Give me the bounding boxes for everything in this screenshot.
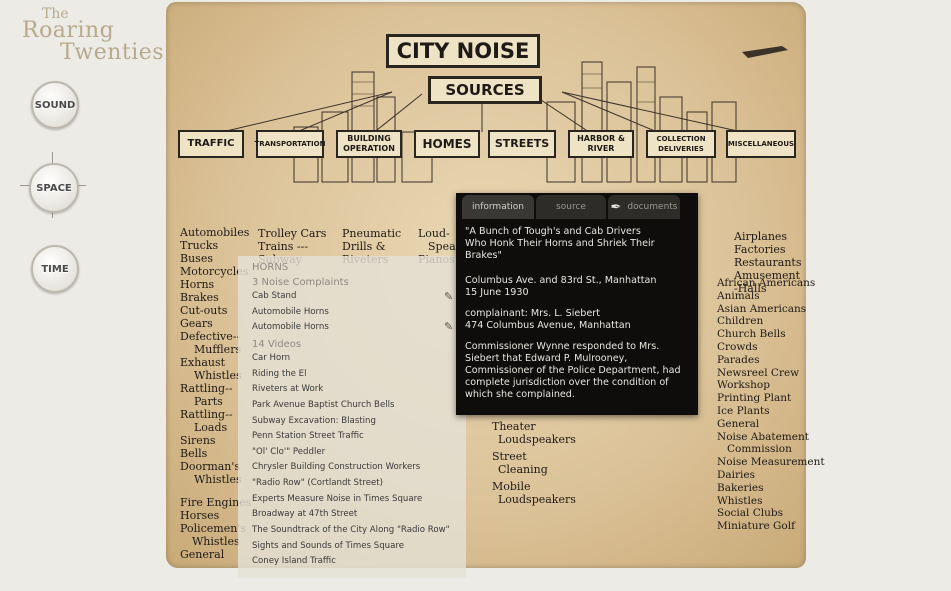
tab-documents-label: documents: [627, 202, 678, 212]
misc-item: Miniature Golf: [717, 520, 795, 533]
pencil-icon: ✎: [444, 320, 454, 333]
location: Columbus Ave. and 83rd St., Manhattan: [465, 275, 657, 286]
category-building-operation[interactable]: BUILDING OPERATION: [336, 130, 402, 158]
response-line: Commissioner Wynne responded to Mrs.: [465, 341, 660, 352]
streets-item: Mobile: [492, 480, 531, 493]
category-homes[interactable]: HOMES: [414, 130, 480, 158]
video-item[interactable]: "Ol' Clo'" Peddler: [252, 447, 325, 457]
time-nav-label: TIME: [41, 263, 69, 275]
tab-information[interactable]: information: [462, 195, 534, 219]
misc-top-item: Restaurants: [734, 256, 802, 269]
response-line: which she complained.: [465, 389, 575, 400]
complainant: complainant: Mrs. L. Siebert: [465, 308, 600, 319]
misc-item: Bakeries: [717, 481, 764, 494]
misc-item: Workshop: [717, 379, 770, 392]
quill-icon: ✒: [610, 199, 622, 215]
video-item[interactable]: Penn Station Street Traffic: [252, 431, 364, 441]
space-nav-label: SPACE: [36, 182, 72, 194]
response-line: Commissioner of the Police Department, h…: [465, 365, 681, 376]
streets-item: Street: [492, 450, 527, 463]
building-item: Pneumatic: [342, 227, 402, 240]
complaints-heading: 3 Noise Complaints: [252, 277, 349, 288]
misc-item: Social Clubs: [717, 507, 783, 520]
streets-item: Loudspeakers: [498, 493, 576, 506]
video-item[interactable]: The Soundtrack of the City Along "Radio …: [252, 525, 450, 535]
video-item[interactable]: Experts Measure Noise in Times Square: [252, 494, 422, 504]
video-item[interactable]: Riding the El: [252, 369, 307, 379]
streets-item: Cleaning: [498, 463, 548, 476]
quote-line: Brakes": [465, 250, 502, 261]
date: 15 June 1930: [465, 287, 529, 298]
address: 474 Columbus Avenue, Manhattan: [465, 320, 631, 331]
response-line: complete jurisdiction over the condition…: [465, 377, 669, 388]
misc-item: Crowds: [717, 340, 758, 353]
misc-item: Parades: [717, 353, 760, 366]
sound-nav-button[interactable]: SOUND: [31, 81, 79, 129]
misc-item: Ice Plants: [717, 404, 770, 417]
misc-item: General: [717, 417, 760, 430]
transport-item: Trolley Cars: [258, 227, 327, 240]
complaint-item[interactable]: Automobile Horns: [252, 322, 329, 332]
video-item[interactable]: Sights and Sounds of Times Square: [252, 541, 404, 551]
misc-item: Noise Abatement: [717, 430, 809, 443]
misc-item: Dairies: [717, 468, 756, 481]
misc-item: Newsreel Crew: [717, 366, 800, 379]
logo-line-3: Twenties: [60, 40, 165, 65]
pencil-icon: ✎: [444, 290, 454, 303]
misc-top-item: Airplanes: [734, 230, 788, 243]
tab-source[interactable]: source: [536, 195, 606, 219]
category-harbor-river[interactable]: HARBOR & RIVER: [568, 130, 634, 158]
video-item[interactable]: Broadway at 47th Street: [252, 509, 357, 519]
category-collection-deliveries[interactable]: COLLECTION DELIVERIES: [646, 130, 716, 158]
complaint-item[interactable]: Automobile Horns: [252, 307, 329, 317]
response-line: Siebert that Edward P. Mulrooney,: [465, 353, 628, 364]
misc-item: Children: [717, 315, 764, 328]
panel-heading: HORNS: [252, 262, 289, 273]
video-item[interactable]: Park Avenue Baptist Church Bells: [252, 400, 395, 410]
misc-item: Whistles: [717, 494, 763, 507]
misc-top-item: Factories: [734, 243, 786, 256]
misc-item: Commission: [727, 443, 792, 456]
horns-dropdown-panel: HORNS 3 Noise Complaints Cab Stand Autom…: [238, 256, 466, 578]
category-miscellaneous[interactable]: MISCELLANEOUS: [726, 130, 796, 158]
category-streets[interactable]: STREETS: [488, 130, 556, 158]
video-item[interactable]: Car Horn: [252, 353, 290, 363]
streets-item: Theater: [492, 420, 536, 433]
streets-item: Loudspeakers: [498, 433, 576, 446]
misc-item: Animals: [717, 289, 760, 302]
sound-nav-label: SOUND: [34, 99, 76, 111]
quote-line: "A Bunch of Tough's and Cab Drivers: [465, 226, 641, 237]
streets-list: Theater Loudspeakers Street Cleaning Mob…: [492, 420, 576, 506]
quote-line: Who Honk Their Horns and Shriek Their: [465, 238, 655, 249]
misc-item: African Americans: [717, 277, 816, 289]
space-nav-button[interactable]: SPACE: [29, 163, 79, 213]
category-transportation[interactable]: TRANSPORTATION: [255, 130, 325, 158]
time-nav-button[interactable]: TIME: [31, 245, 79, 293]
misc-item: Printing Plant: [717, 392, 792, 405]
video-item[interactable]: "Radio Row" (Cortlandt Street): [252, 478, 383, 488]
building-item: Drills &: [342, 240, 386, 253]
misc-item: Asian Americans: [717, 302, 807, 315]
video-item[interactable]: Chrysler Building Construction Workers: [252, 462, 420, 472]
misc-item: Church Bells: [717, 328, 786, 341]
misc-item: Noise Measurement: [717, 456, 825, 469]
traffic-item: Automobiles: [180, 226, 250, 239]
video-item[interactable]: Coney Island Traffic: [252, 556, 336, 566]
videos-heading: 14 Videos: [252, 339, 302, 350]
video-item[interactable]: Subway Excavation: Blasting: [252, 416, 376, 426]
poster-title: CITY NOISE: [386, 34, 540, 68]
complaint-info-popup: information source ✒ documents "A Bunch …: [456, 193, 698, 415]
tab-documents[interactable]: ✒ documents: [608, 195, 680, 219]
complaint-item[interactable]: Cab Stand: [252, 291, 296, 301]
misc-list: African Americans Animals Asian American…: [717, 277, 825, 533]
poster-subtitle: SOURCES: [428, 76, 542, 104]
transport-item: Trains ---: [258, 240, 309, 253]
traffic-item: Trucks: [180, 239, 219, 252]
video-item[interactable]: Riveters at Work: [252, 384, 323, 394]
category-traffic[interactable]: TRAFFIC: [178, 130, 244, 158]
roaring-twenties-logo[interactable]: The Roaring Twenties: [22, 6, 165, 68]
